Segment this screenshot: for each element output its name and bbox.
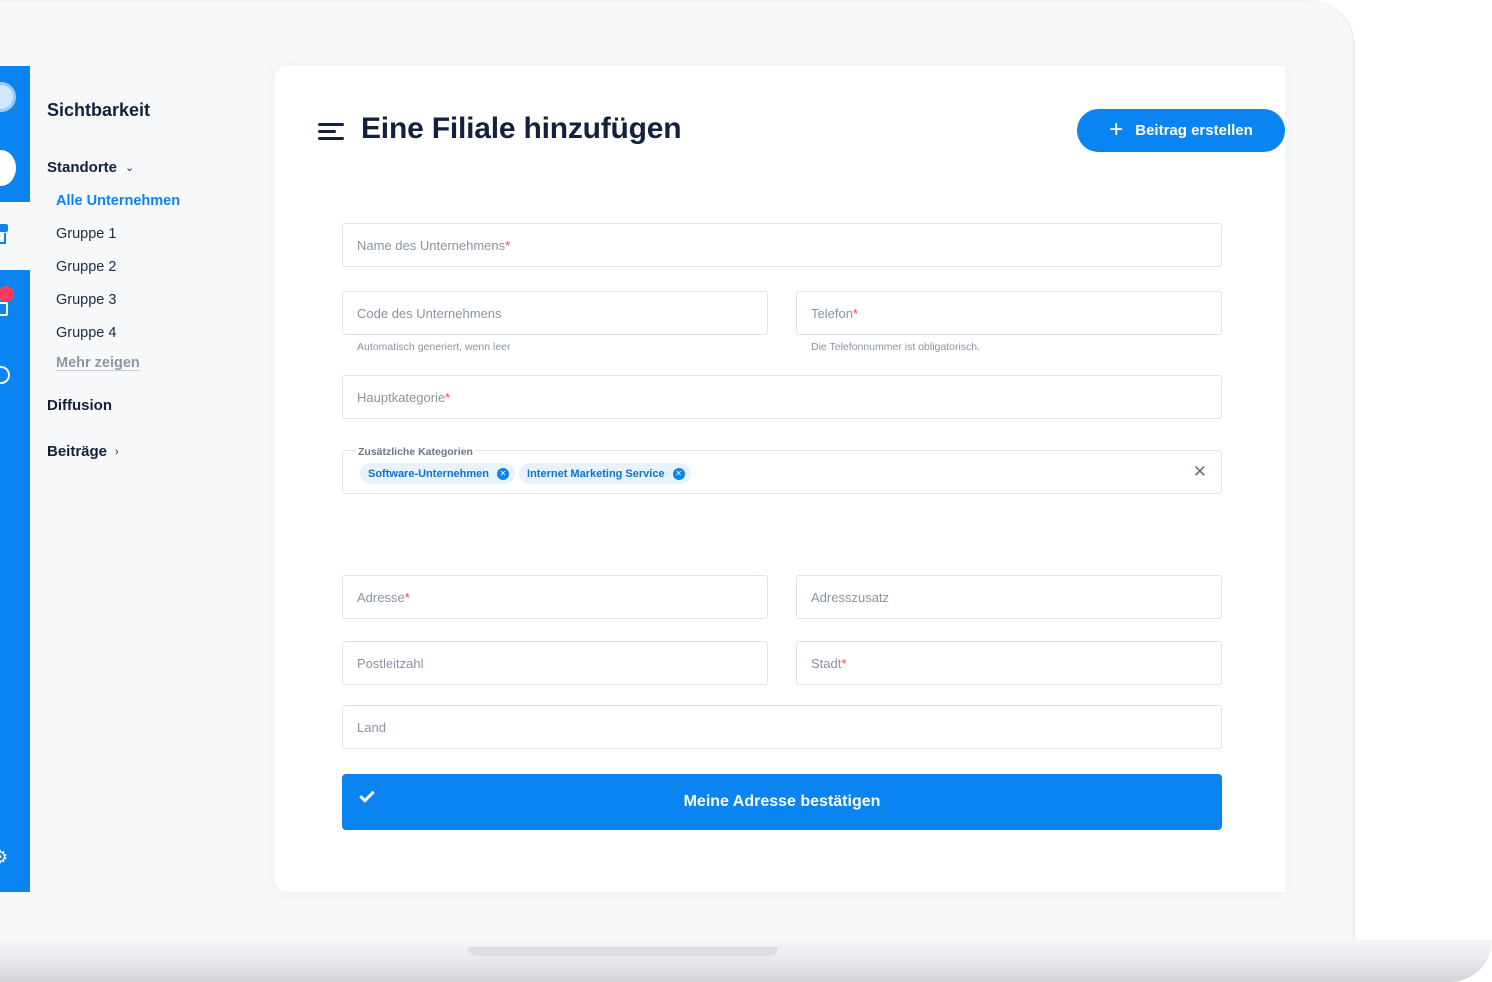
address-extra-label: Adresszusatz	[811, 589, 890, 605]
sidebar-section-diffusion[interactable]: Diffusion	[47, 397, 112, 414]
gear-icon[interactable]: ⚙	[0, 848, 10, 866]
sidebar-section-standorte[interactable]: Standorte ⌄	[47, 159, 134, 176]
bag-icon[interactable]	[0, 302, 8, 316]
company-code-label: Code des Unternehmens	[357, 305, 502, 321]
create-post-label: Beitrag erstellen	[1135, 122, 1253, 139]
zip-field[interactable]: Postleitzahl	[342, 641, 768, 685]
category-chip: Software-Unternehmen ✕	[360, 463, 516, 484]
sidebar-item-gruppe-2[interactable]: Gruppe 2	[56, 259, 116, 275]
zip-label: Postleitzahl	[357, 655, 424, 671]
sidebar-item-gruppe-1[interactable]: Gruppe 1	[56, 226, 116, 242]
sidebar-section-beitraege[interactable]: Beiträge ›	[47, 443, 119, 460]
page-title: Eine Filiale hinzufügen	[361, 112, 682, 145]
confirm-address-button[interactable]: Meine Adresse bestätigen	[342, 774, 1222, 830]
address-field[interactable]: Adresse*	[342, 575, 768, 619]
store-icon[interactable]	[0, 224, 10, 246]
phone-field[interactable]: Telefon*	[796, 291, 1222, 335]
sidebar-item-gruppe-3[interactable]: Gruppe 3	[56, 292, 116, 308]
address-extra-field[interactable]: Adresszusatz	[796, 575, 1222, 619]
sidebar-section-label: Diffusion	[47, 397, 112, 414]
icon-rail	[0, 66, 30, 892]
sidebar-more-link[interactable]: Mehr zeigen	[56, 355, 140, 371]
confirm-address-label: Meine Adresse bestätigen	[683, 793, 881, 810]
company-code-field[interactable]: Code des Unternehmens	[342, 291, 768, 335]
phone-hint: Die Telefonnummer ist obligatorisch.	[811, 341, 981, 353]
company-name-field[interactable]: Name des Unternehmens*	[342, 223, 1222, 267]
city-field[interactable]: Stadt*	[796, 641, 1222, 685]
chevron-right-icon: ›	[115, 445, 119, 458]
category-chip: Internet Marketing Service ✕	[519, 463, 691, 484]
company-code-hint: Automatisch generiert, wenn leer	[357, 341, 511, 353]
country-field[interactable]: Land	[342, 705, 1222, 749]
city-label: Stadt*	[811, 655, 847, 671]
main-card: Eine Filiale hinzufügen + Beitrag erstel…	[275, 66, 1285, 892]
sidebar-title: Sichtbarkeit	[47, 100, 151, 120]
address-label: Adresse*	[357, 589, 410, 605]
additional-categories-label: Zusätzliche Kategorien	[356, 446, 475, 458]
company-name-label: Name des Unternehmens*	[357, 237, 511, 253]
menu-icon[interactable]	[318, 123, 344, 141]
main-category-field[interactable]: Hauptkategorie*	[342, 375, 1222, 419]
main-category-label: Hauptkategorie*	[357, 389, 451, 405]
clear-all-icon[interactable]: ✕	[1193, 462, 1207, 482]
sidebar-section-label: Standorte	[47, 159, 118, 176]
category-chips: Software-Unternehmen ✕ Internet Marketin…	[360, 463, 691, 484]
country-label: Land	[357, 719, 386, 735]
plus-icon: +	[1109, 115, 1124, 143]
laptop-notch	[468, 947, 778, 956]
remove-chip-icon[interactable]: ✕	[497, 467, 510, 480]
remove-chip-icon[interactable]: ✕	[672, 467, 685, 480]
sidebar-section-label: Beiträge	[47, 443, 108, 460]
create-post-button[interactable]: + Beitrag erstellen	[1077, 109, 1285, 152]
sidebar-item-alle-unternehmen[interactable]: Alle Unternehmen	[56, 193, 180, 209]
chevron-down-icon: ⌄	[125, 162, 135, 174]
sidebar-item-gruppe-4[interactable]: Gruppe 4	[56, 325, 116, 341]
phone-label: Telefon*	[811, 305, 858, 321]
